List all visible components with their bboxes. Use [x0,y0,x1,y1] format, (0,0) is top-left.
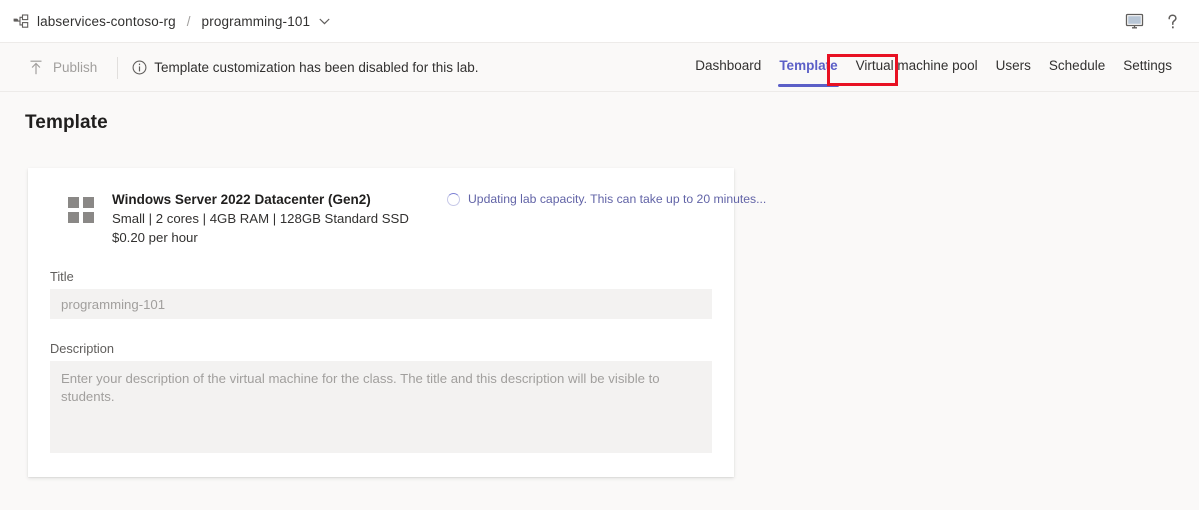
publish-upload-icon [28,60,44,76]
page-title: Template [25,112,108,133]
lab-capacity-status: Updating lab capacity. This can take up … [447,192,766,206]
spinner-icon [447,192,460,206]
description-input[interactable] [50,361,712,453]
tab-schedule[interactable]: Schedule [1040,44,1114,88]
tab-dashboard[interactable]: Dashboard [686,44,770,88]
topbar-actions [1117,0,1189,43]
info-circle-icon [132,60,147,75]
template-disabled-notice: Template customization has been disabled… [132,60,478,75]
tab-virtual-machine-pool[interactable]: Virtual machine pool [847,44,987,88]
breadcrumb: labservices-contoso-rg / programming-101 [12,0,331,42]
breadcrumb-current-lab[interactable]: programming-101 [202,14,311,29]
vm-specs: Small | 2 cores | 4GB RAM | 128GB Standa… [112,211,409,226]
vm-price: $0.20 per hour [112,230,198,245]
vm-header: Windows Server 2022 Datacenter (Gen2) Sm… [50,188,766,247]
help-icon[interactable] [1155,5,1189,39]
tab-template[interactable]: Template [770,44,846,88]
tab-settings[interactable]: Settings [1114,44,1181,88]
main-content: Template Windows Server 2022 Datacenter … [0,91,1199,510]
status-text: Updating lab capacity. This can take up … [468,192,767,206]
publish-button[interactable]: Publish [22,53,103,83]
title-label: Title [50,269,74,284]
template-card: Windows Server 2022 Datacenter (Gen2) Sm… [28,168,766,477]
vm-name: Windows Server 2022 Datacenter (Gen2) [112,192,371,207]
lab-navigation-tabs: Dashboard Template Virtual machine pool … [686,44,1181,91]
breadcrumb-resource-group[interactable]: labservices-contoso-rg [37,14,176,29]
title-input[interactable] [50,289,712,319]
description-label: Description [50,341,115,356]
display-icon[interactable] [1117,5,1151,39]
chevron-down-icon[interactable] [318,15,331,28]
windows-logo-icon [68,197,94,223]
description-field-block: Description [50,341,712,453]
title-field-block: Title [50,269,712,319]
notice-text: Template customization has been disabled… [154,60,479,75]
top-navigation-bar: labservices-contoso-rg / programming-101 [0,0,1199,43]
breadcrumb-separator: / [186,13,191,29]
tab-users[interactable]: Users [987,44,1040,88]
publish-label: Publish [53,60,98,75]
vm-info: Windows Server 2022 Datacenter (Gen2) Sm… [112,188,409,247]
command-bar-divider [117,56,119,79]
resource-group-icon [12,12,30,30]
